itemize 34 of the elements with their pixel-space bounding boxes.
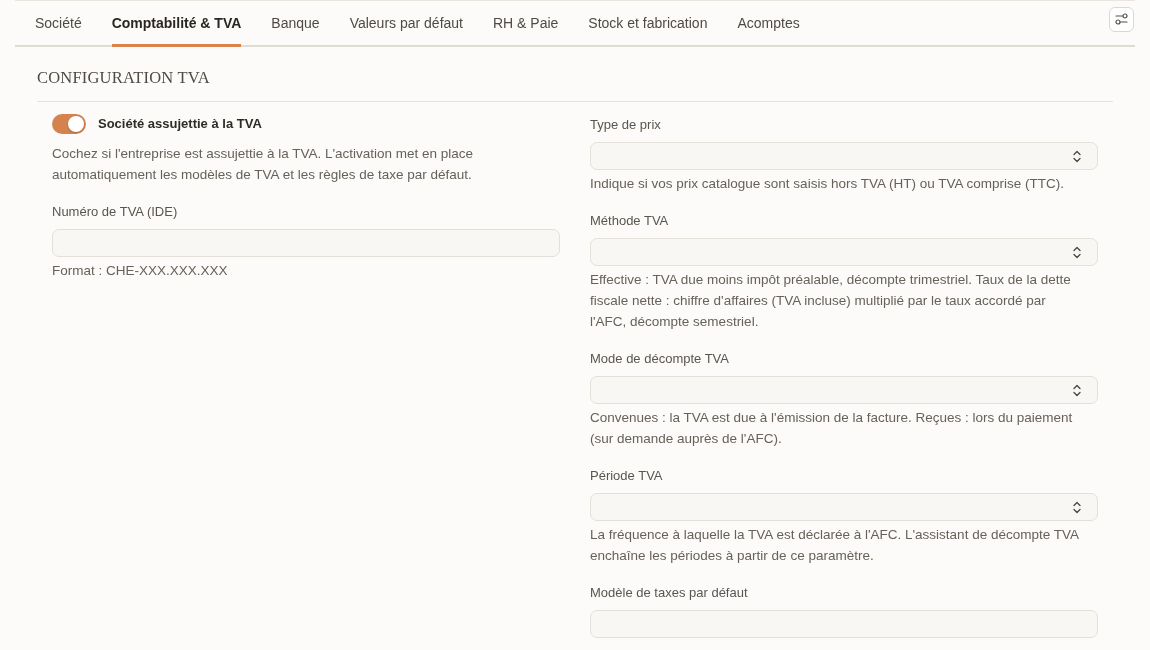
field-label: Modèle de taxes par défaut	[590, 585, 749, 601]
help-text: Format : CHE-XXX.XXX.XXX	[52, 262, 229, 280]
tab[interactable]: Stock et fabrication	[588, 1, 708, 47]
field-label: Mode de décompte TVA	[590, 351, 730, 367]
filter-button[interactable]	[1109, 6, 1134, 32]
up-down-chevron-icon	[1073, 149, 1081, 163]
help-text: Indique si vos prix catalogue sont saisis hors TVA (HT) ou TVA comprise (TTC).	[590, 175, 1065, 193]
tab[interactable]: Société	[35, 1, 82, 47]
tab[interactable]: Valeurs par défaut	[349, 1, 463, 47]
tab[interactable]: RH & Paie	[493, 1, 559, 47]
sliders-icon	[1115, 13, 1128, 25]
input-field[interactable]	[590, 610, 1098, 638]
select-field[interactable]	[590, 493, 1098, 521]
help-text: Cochez si l'entreprise est assujettie à la TVA. L'activation met en place automatiquement les modèles de TVA et les règles de taxe par défaut.	[52, 145, 475, 184]
section-heading: CONFIGURATION TVA	[37, 68, 1113, 102]
field-label: Numéro de TVA (IDE)	[52, 204, 179, 220]
tab[interactable]: Acomptes	[737, 1, 800, 47]
up-down-chevron-icon	[1073, 245, 1081, 259]
tab[interactable]: Comptabilité & TVA	[111, 1, 242, 47]
field-label: Période TVA	[590, 468, 664, 484]
select-field[interactable]	[590, 142, 1098, 170]
help-text: Convenues : la TVA est due à l'émission de la facture. Reçues : lors du paiement (sur demande auprès de l'AFC).	[590, 409, 1074, 448]
tab[interactable]: Banque	[271, 1, 320, 47]
select-field[interactable]	[590, 238, 1098, 266]
up-down-chevron-icon	[1073, 500, 1081, 514]
toggle-label: Société assujettie à la TVA	[98, 116, 262, 132]
toggle-switch[interactable]	[52, 114, 86, 134]
input-field[interactable]	[52, 229, 560, 257]
help-text: Effective : TVA due moins impôt préalable, décompte trimestriel. Taux de la dette fiscale nette : chiffre d'affaires (TVA incluse) multiplié par le taux accordé par l'AFC, décompte semestriel.	[590, 271, 1072, 331]
field-label: Type de prix	[590, 117, 662, 133]
select-field[interactable]	[590, 376, 1098, 404]
field-label: Méthode TVA	[590, 213, 670, 229]
up-down-chevron-icon	[1073, 383, 1081, 397]
help-text: La fréquence à laquelle la TVA est déclarée à l'AFC. L'assistant de décompte TVA enchaîne les périodes à partir de ce paramètre.	[590, 526, 1080, 565]
